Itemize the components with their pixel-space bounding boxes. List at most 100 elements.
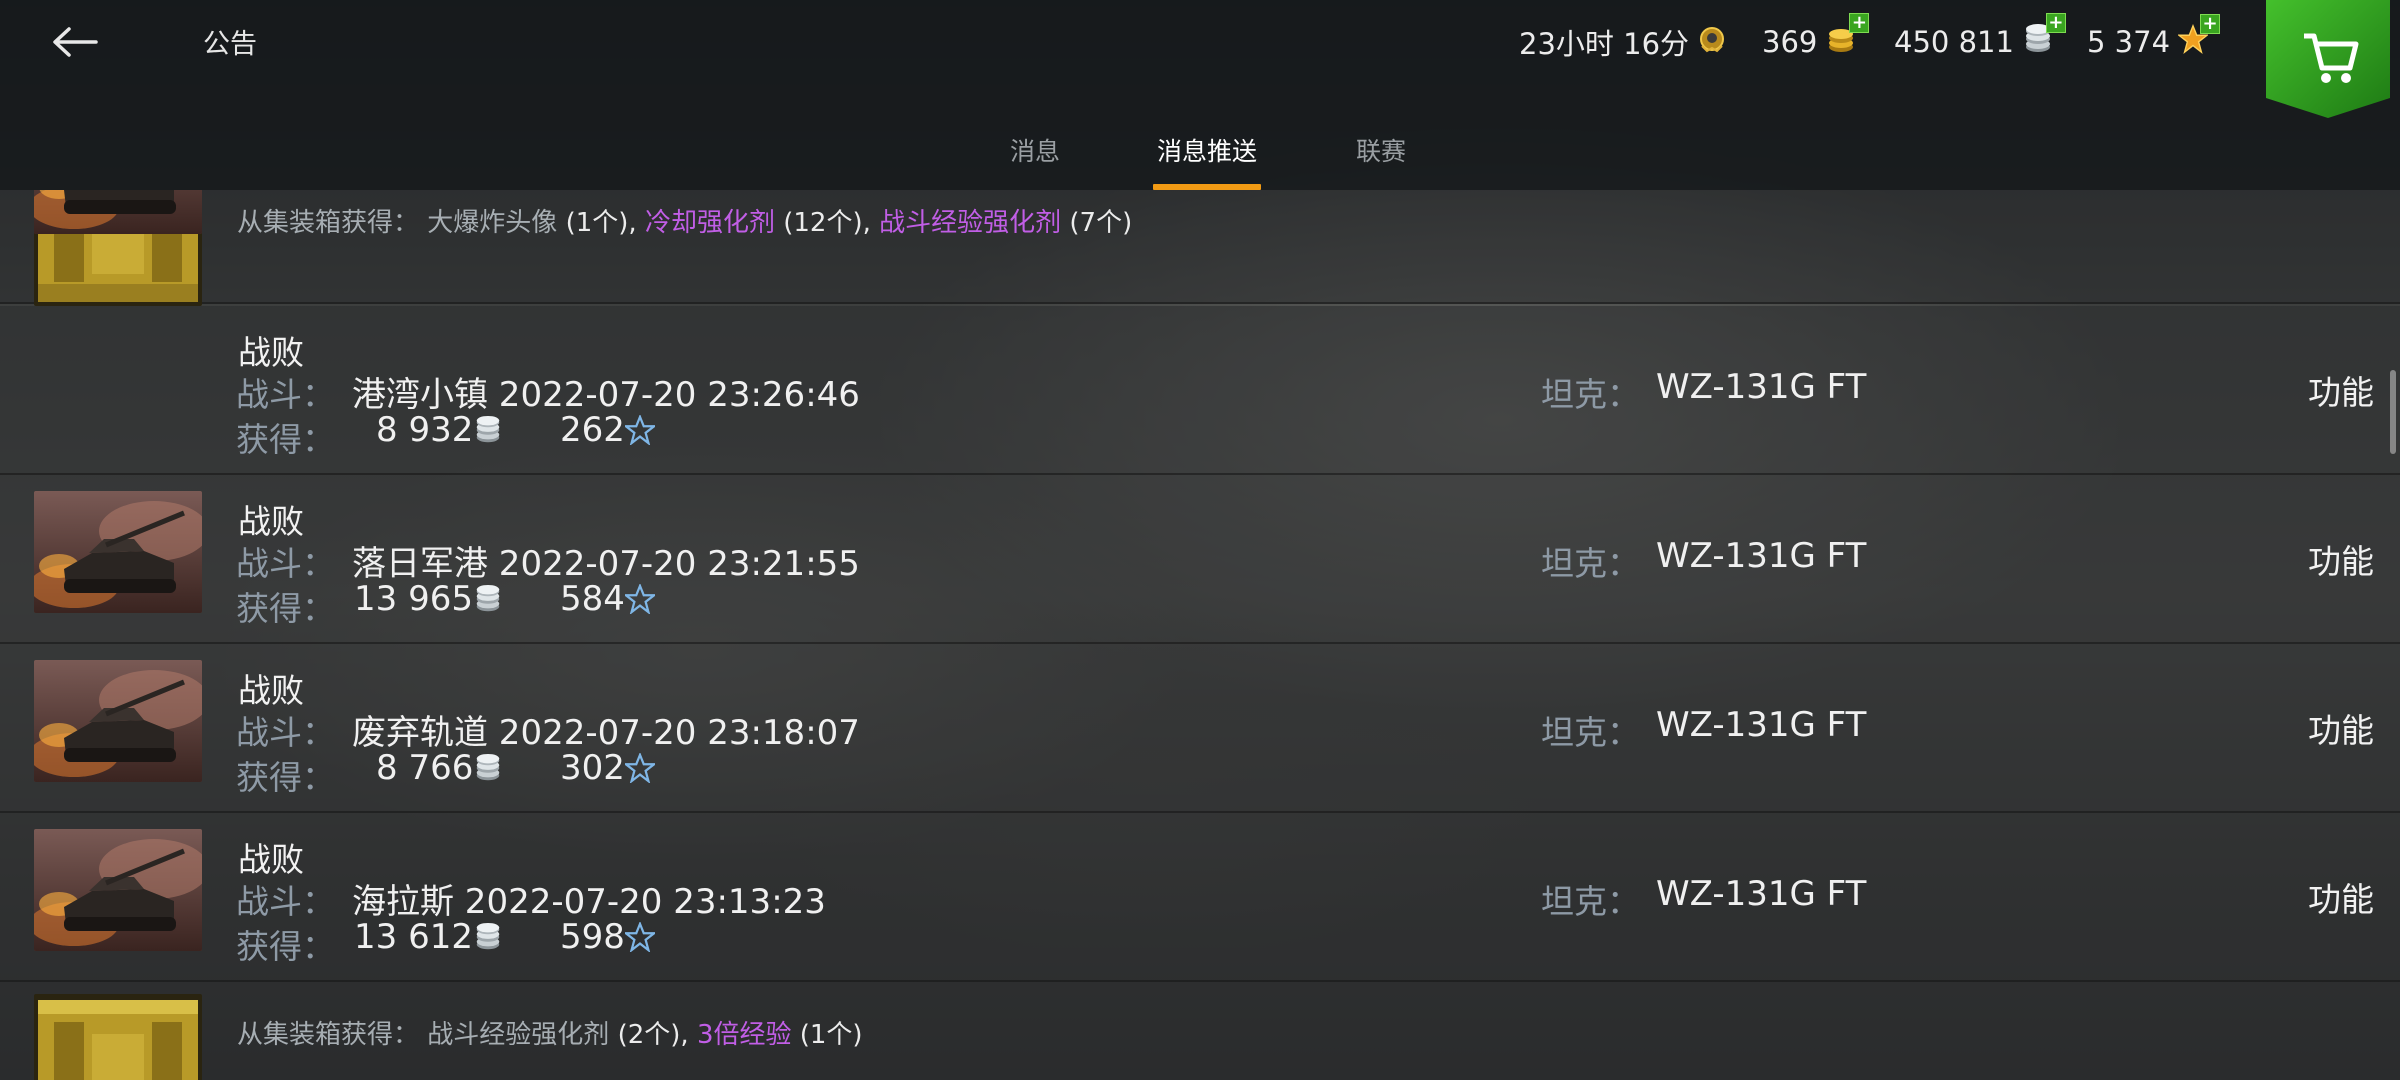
loot-item-name: 冷却强化剂	[644, 208, 775, 238]
battle-label: 战斗：	[236, 375, 335, 414]
gold-amount: 369	[1762, 25, 1818, 59]
battle-result-row[interactable]: 战败 战斗： 废弃轨道 2022-07-20 23:18:07 获得： 8 76…	[0, 644, 2400, 813]
message-list[interactable]: 从集装箱获得： 大爆炸头像 (1个), 冷却强化剂 (12个), 战斗经验强化剂…	[0, 190, 2400, 1080]
loot-item-count: (1个)	[565, 208, 629, 238]
battle-result: 战败	[238, 333, 304, 372]
battle-map-time: 废弃轨道 2022-07-20 23:18:07	[352, 713, 860, 753]
shop-button[interactable]	[2266, 0, 2390, 120]
free-xp-star-icon: +	[2178, 13, 2221, 61]
loot-prefix: 从集装箱获得：	[237, 1020, 420, 1050]
battle-result: 战败	[238, 671, 304, 710]
credits-amount: 450 811	[1894, 25, 2014, 59]
loot-item-name: 战斗经验强化剂	[879, 208, 1062, 238]
earned-credits-value: 13 612	[354, 917, 473, 957]
tab-messages-label: 消息	[1009, 137, 1060, 166]
tank-thumbnail	[34, 660, 202, 782]
premium-timer-text: 23小时 16分	[1519, 27, 1690, 61]
battle-result-row[interactable]: 战败 战斗： 落日军港 2022-07-20 23:21:55 获得： 13 9…	[0, 475, 2400, 644]
earned-credits: 13 612	[354, 917, 503, 957]
tank-label: 坦克：	[1541, 375, 1640, 414]
free-xp-balance[interactable]: 5 374 +	[2087, 13, 2221, 64]
add-free-xp-button[interactable]: +	[2200, 13, 2221, 34]
function-button[interactable]: 功能	[2308, 535, 2374, 583]
earned-label: 获得：	[236, 927, 335, 966]
tab-league[interactable]: 联赛	[1355, 132, 1407, 190]
battle-label: 战斗：	[236, 713, 335, 752]
scrollbar-thumb[interactable]	[2390, 370, 2396, 454]
earned-xp-value: 598	[560, 917, 625, 957]
function-button[interactable]: 功能	[2308, 366, 2374, 414]
earned-credits-value: 8 766	[376, 748, 474, 788]
premium-medal-icon	[1697, 24, 1727, 61]
battle-result: 战败	[238, 840, 304, 879]
premium-timer[interactable]: 23小时 16分	[1519, 20, 1727, 64]
loot-summary: 从集装箱获得： 战斗经验强化剂 (2个), 3倍经验 (1个)	[237, 1020, 863, 1050]
battle-result-row[interactable]: 战败 战斗： 海拉斯 2022-07-20 23:13:23 获得： 13 61…	[0, 813, 2400, 982]
credits-icon	[473, 584, 503, 614]
credits-icon	[473, 415, 503, 445]
loot-item-count: (1个)	[799, 1020, 863, 1050]
xp-star-icon	[625, 415, 655, 445]
add-credits-button[interactable]: +	[2045, 12, 2066, 33]
credits-balance[interactable]: 450 811 +	[1894, 12, 2066, 64]
loot-message-row[interactable]: 从集装箱获得： 大爆炸头像 (1个), 冷却强化剂 (12个), 战斗经验强化剂…	[0, 190, 2400, 304]
loot-summary: 从集装箱获得： 大爆炸头像 (1个), 冷却强化剂 (12个), 战斗经验强化剂…	[237, 208, 1133, 238]
earned-credits: 13 965	[354, 579, 503, 619]
tank-name: WZ-131G FT	[1656, 874, 1867, 914]
gold-coins-icon: +	[1825, 12, 1870, 62]
loot-item-name: 战斗经验强化剂	[427, 1020, 610, 1050]
earned-credits-value: 8 932	[376, 410, 474, 450]
loot-item-name: 3倍经验	[696, 1020, 792, 1050]
container-crate-image	[34, 994, 202, 1080]
loot-item-count: (2个)	[617, 1020, 681, 1050]
tank-label: 坦克：	[1541, 882, 1640, 921]
battle-result-row[interactable]: 战败 战斗： 港湾小镇 2022-07-20 23:26:46 获得： 8 93…	[0, 306, 2400, 475]
loot-item-count: (12个)	[783, 208, 863, 238]
earned-xp-value: 584	[560, 579, 625, 619]
tab-bar: 消息 消息推送 联赛	[0, 120, 2400, 190]
tank-thumbnail	[34, 829, 202, 951]
gold-balance[interactable]: 369 +	[1762, 12, 1870, 64]
earned-credits-value: 13 965	[354, 579, 473, 619]
battle-map-time: 海拉斯 2022-07-20 23:13:23	[352, 882, 826, 922]
battle-label: 战斗：	[236, 882, 335, 921]
tab-league-label: 联赛	[1355, 137, 1406, 166]
tab-messages[interactable]: 消息	[1005, 132, 1065, 190]
earned-xp-value: 302	[560, 748, 625, 788]
top-bar: 公告 23小时 16分 369 + 450 811 + 5 374 + 消息 消…	[0, 0, 2400, 190]
free-xp-amount: 5 374	[2087, 25, 2171, 59]
page-title: 公告	[203, 29, 257, 60]
tank-name: WZ-131G FT	[1656, 367, 1867, 407]
earned-label: 获得：	[236, 589, 335, 628]
tab-push-messages[interactable]: 消息推送	[1153, 132, 1261, 190]
back-button[interactable]	[40, 14, 110, 70]
tab-push-messages-label: 消息推送	[1156, 137, 1257, 166]
add-gold-button[interactable]: +	[1849, 12, 1870, 33]
battle-label: 战斗：	[236, 544, 335, 583]
credits-icon	[473, 922, 503, 952]
tank-label: 坦克：	[1541, 544, 1640, 583]
earned-xp: 262	[560, 410, 655, 450]
loot-message-row[interactable]: 从集装箱获得： 战斗经验强化剂 (2个), 3倍经验 (1个)	[0, 982, 2400, 1080]
back-arrow-icon	[53, 27, 98, 57]
tank-thumbnail	[34, 190, 202, 234]
tank-thumbnail	[34, 491, 202, 613]
battle-result: 战败	[238, 502, 304, 541]
earned-credits: 8 766	[376, 748, 503, 788]
earned-xp: 584	[560, 579, 655, 619]
credits-icon	[473, 753, 503, 783]
xp-star-icon	[625, 584, 655, 614]
function-button[interactable]: 功能	[2308, 704, 2374, 752]
tank-label: 坦克：	[1541, 713, 1640, 752]
earned-xp: 302	[560, 748, 655, 788]
tank-name: WZ-131G FT	[1656, 705, 1867, 745]
xp-star-icon	[625, 922, 655, 952]
function-button[interactable]: 功能	[2308, 873, 2374, 921]
credits-icon: +	[2022, 12, 2066, 62]
battle-map-time: 港湾小镇 2022-07-20 23:26:46	[352, 375, 860, 415]
earned-label: 获得：	[236, 420, 335, 459]
earned-label: 获得：	[236, 758, 335, 797]
loot-item-count: (7个)	[1069, 208, 1133, 238]
tank-name: WZ-131G FT	[1656, 536, 1867, 576]
loot-item-name: 大爆炸头像	[427, 208, 558, 238]
